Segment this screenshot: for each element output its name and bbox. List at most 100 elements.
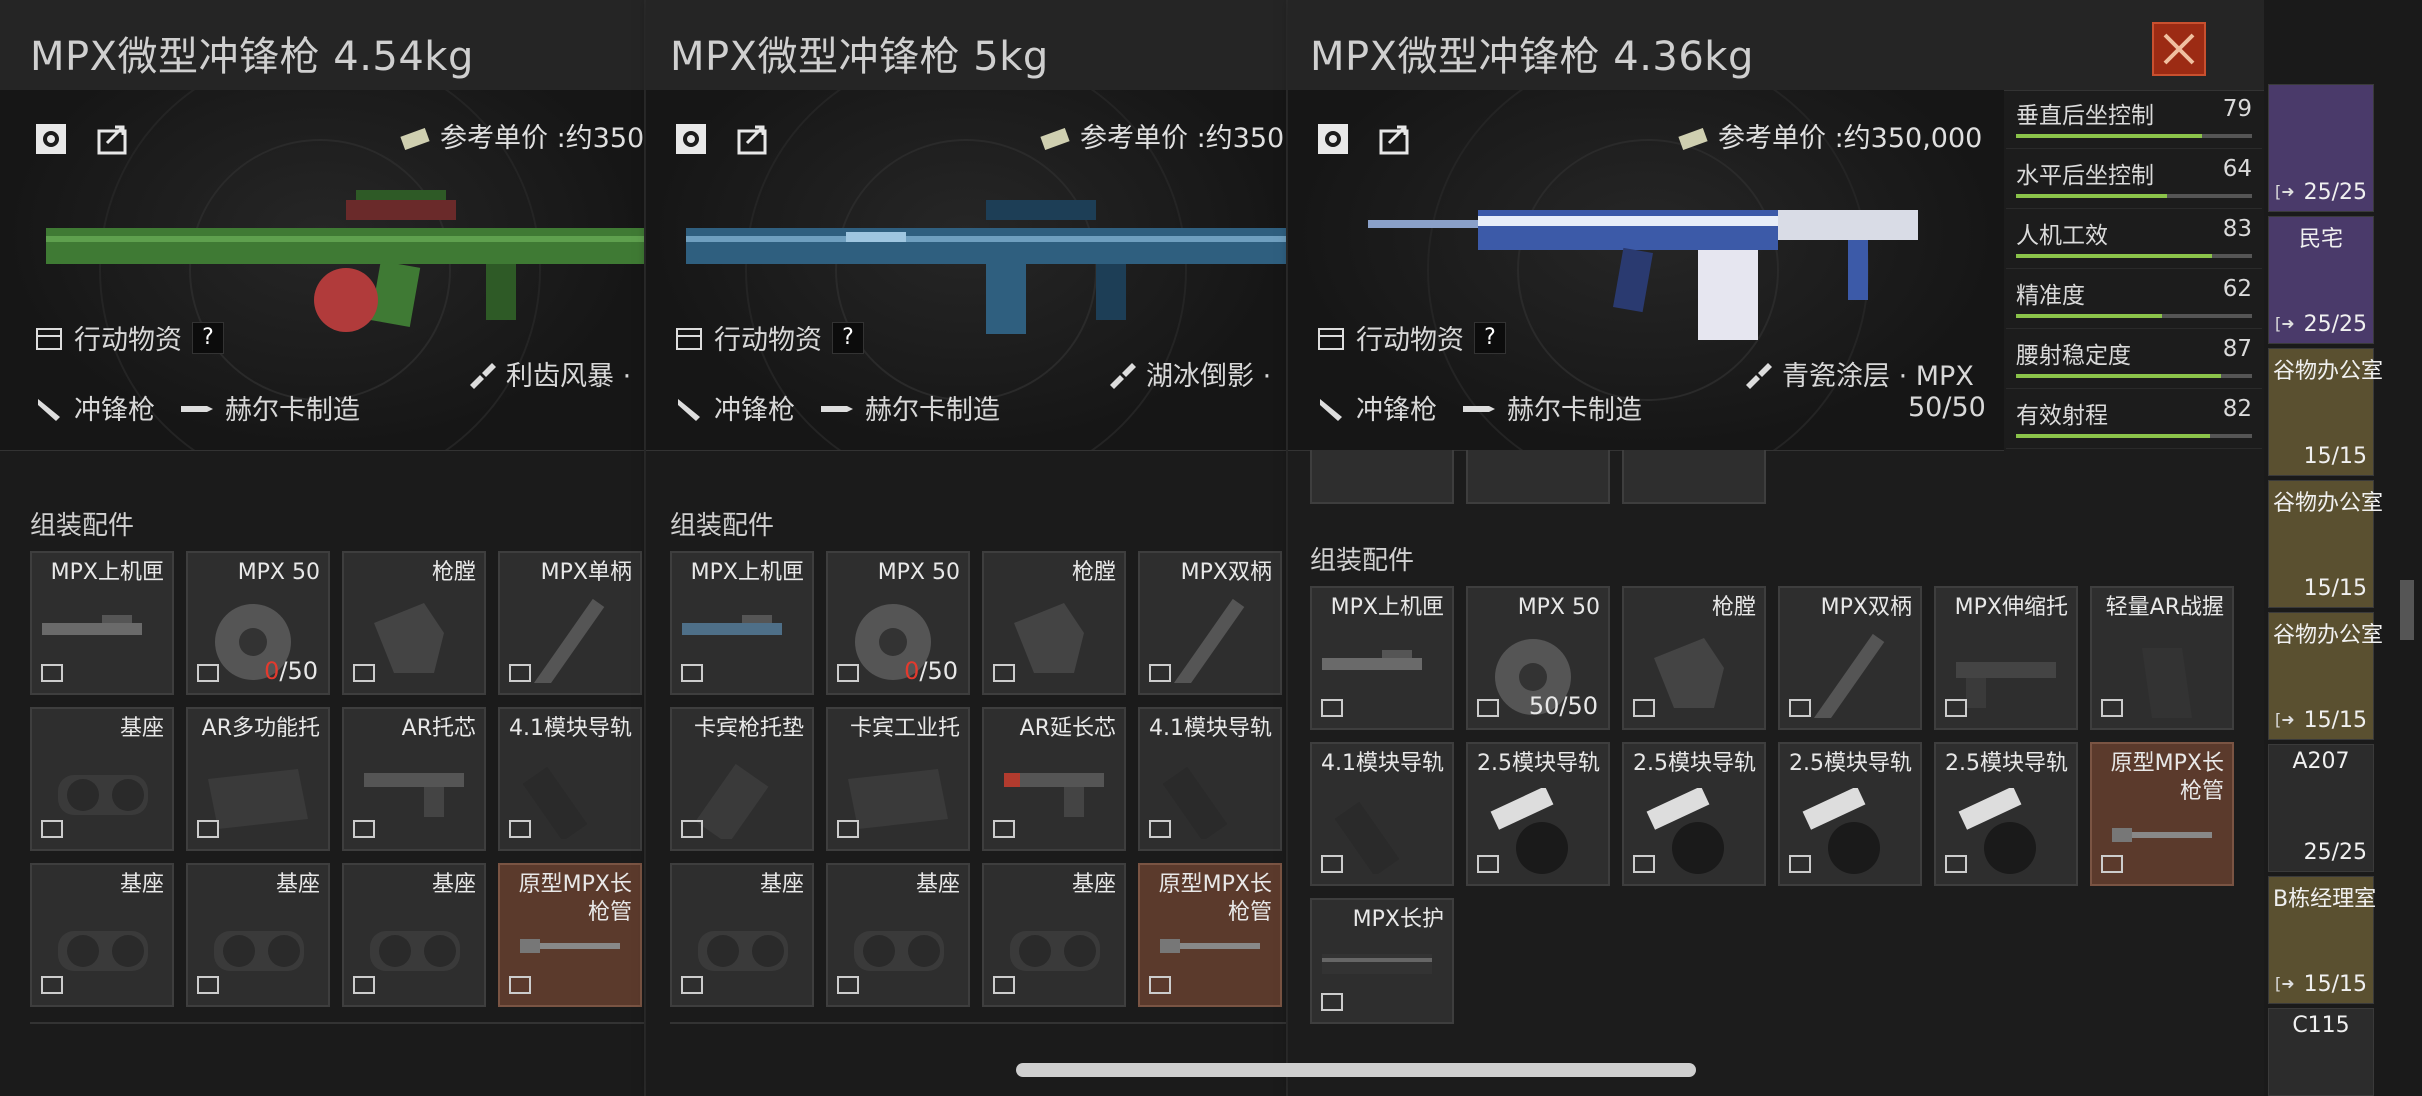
weapon-image bbox=[1368, 210, 1918, 340]
part-slot[interactable]: 枪膛 bbox=[1622, 586, 1766, 730]
part-slot[interactable]: 2.5模块导轨 bbox=[1466, 742, 1610, 886]
part-slot[interactable]: MPX长护 bbox=[1310, 898, 1454, 1024]
brush-icon bbox=[470, 362, 496, 389]
part-slot[interactable]: 4.1模块导轨 bbox=[1138, 707, 1282, 851]
skin-row: 利齿风暴 · bbox=[466, 354, 631, 393]
part-slot-partial[interactable] bbox=[1466, 450, 1610, 504]
money-icon bbox=[1040, 126, 1070, 151]
part-slot[interactable]: AR托芯 bbox=[342, 707, 486, 851]
key-item[interactable]: A207 25/25 bbox=[2268, 744, 2374, 872]
part-slot[interactable]: 原型MPX长枪管 bbox=[2090, 742, 2234, 886]
category-text: 行动物资 bbox=[1356, 325, 1464, 356]
part-slot[interactable]: MPX 50 50/50 bbox=[1466, 586, 1610, 730]
help-icon[interactable]: ? bbox=[832, 321, 864, 354]
skin-row: 湖冰倒影 · bbox=[1106, 354, 1271, 393]
part-slot-partial[interactable] bbox=[1310, 450, 1454, 504]
key-item[interactable]: B栋经理室 [➜ 15/15 bbox=[2268, 876, 2376, 1004]
part-slot[interactable]: 基座 bbox=[342, 863, 486, 1007]
customize-icon[interactable] bbox=[1312, 118, 1354, 160]
share-icon[interactable] bbox=[1374, 118, 1416, 160]
crate-icon bbox=[1321, 993, 1343, 1011]
part-slot[interactable]: MPX双柄 bbox=[1778, 586, 1922, 730]
crate-icon bbox=[1789, 855, 1811, 873]
category-row: 行动物资 ? bbox=[674, 318, 864, 357]
manufacturer-text: 赫尔卡制造 bbox=[865, 395, 1000, 426]
key-item[interactable]: 谷物办公室 [➜ 15/15 bbox=[2268, 612, 2383, 740]
manufacturer-text: 赫尔卡制造 bbox=[225, 395, 360, 426]
crate-icon bbox=[509, 976, 531, 994]
part-slot[interactable]: 卡宾枪托垫 bbox=[670, 707, 814, 851]
key-item[interactable]: 谷物办公室 15/15 bbox=[2268, 348, 2383, 476]
crate-icon bbox=[681, 820, 703, 838]
crate-icon bbox=[681, 976, 703, 994]
key-item[interactable]: 谷物办公室 15/15 bbox=[2268, 480, 2383, 608]
gun-type-icon bbox=[678, 398, 700, 421]
part-slot[interactable]: 2.5模块导轨 bbox=[1622, 742, 1766, 886]
part-slot[interactable]: 基座 bbox=[30, 707, 174, 851]
crate-icon bbox=[1789, 699, 1811, 717]
part-slot[interactable]: 原型MPX长枪管 bbox=[498, 863, 642, 1007]
key-item[interactable]: C115 bbox=[2268, 1008, 2374, 1096]
part-slot[interactable]: AR多功能托 bbox=[186, 707, 330, 851]
part-slot[interactable]: MPX 50 0/50 bbox=[186, 551, 330, 695]
key-item[interactable]: [➜ 25/25 bbox=[2268, 84, 2374, 212]
type-text: 冲锋枪 bbox=[1356, 395, 1437, 426]
category-row: 行动物资 ? bbox=[34, 318, 224, 357]
crate-icon bbox=[1321, 855, 1343, 873]
horizontal-scroll-indicator[interactable] bbox=[1016, 1063, 1696, 1077]
part-slot[interactable]: MPX上机匣 bbox=[1310, 586, 1454, 730]
part-slot[interactable]: 2.5模块导轨 bbox=[1934, 742, 2078, 886]
crate-icon bbox=[41, 664, 63, 682]
part-slot[interactable]: 枪膛 bbox=[342, 551, 486, 695]
crate-icon bbox=[1477, 699, 1499, 717]
customize-icon[interactable] bbox=[670, 118, 712, 160]
price-row: 参考单价 :约350 bbox=[400, 116, 644, 155]
help-icon[interactable]: ? bbox=[192, 321, 224, 354]
key-item[interactable]: 民宅 [➜ 25/25 bbox=[2268, 216, 2374, 344]
skin-text: 青瓷涂层 · MPX bbox=[1782, 361, 1974, 392]
part-slot[interactable]: 卡宾工业托 bbox=[826, 707, 970, 851]
weapon-image bbox=[686, 200, 1286, 334]
crate-icon bbox=[36, 327, 62, 350]
customize-icon[interactable] bbox=[30, 118, 72, 160]
share-icon[interactable] bbox=[732, 118, 774, 160]
part-slot[interactable]: MPX上机匣 bbox=[670, 551, 814, 695]
crate-icon bbox=[1149, 664, 1171, 682]
part-slot[interactable]: MPX上机匣 bbox=[30, 551, 174, 695]
money-icon bbox=[400, 126, 430, 151]
part-slot[interactable]: 4.1模块导轨 bbox=[1310, 742, 1454, 886]
part-slot[interactable]: AR延长芯 bbox=[982, 707, 1126, 851]
part-slot[interactable]: MPX双柄 bbox=[1138, 551, 1282, 695]
crate-icon bbox=[993, 664, 1015, 682]
part-slot[interactable]: 基座 bbox=[670, 863, 814, 1007]
crate-icon bbox=[1633, 855, 1655, 873]
part-slot[interactable]: 4.1模块导轨 bbox=[498, 707, 642, 851]
panel-titlebar: MPX微型冲锋枪 4.54kg bbox=[0, 0, 644, 91]
part-slot[interactable]: 基座 bbox=[982, 863, 1126, 1007]
help-icon[interactable]: ? bbox=[1474, 321, 1506, 354]
part-slot[interactable]: MPX单柄 bbox=[498, 551, 642, 695]
part-slot[interactable]: 2.5模块导轨 bbox=[1778, 742, 1922, 886]
weapon-title: MPX微型冲锋枪 4.36kg bbox=[1310, 34, 1754, 80]
scrollbar-thumb[interactable] bbox=[2400, 580, 2414, 640]
part-slot[interactable]: 基座 bbox=[826, 863, 970, 1007]
skin-text: 利齿风暴 · bbox=[506, 361, 632, 392]
parts-section-label: 组装配件 bbox=[30, 511, 135, 541]
share-icon[interactable] bbox=[92, 118, 134, 160]
part-slot[interactable]: MPX 50 0/50 bbox=[826, 551, 970, 695]
weapon-hero: 参考单价 :约350 行动物资 ? 湖冰倒影 · 冲锋枪 赫尔卡制造 bbox=[646, 90, 1286, 451]
part-slot[interactable]: 原型MPX长枪管 bbox=[1138, 863, 1282, 1007]
crate-icon bbox=[2101, 855, 2123, 873]
part-slot[interactable]: 基座 bbox=[30, 863, 174, 1007]
price-row: 参考单价 :约350,000 bbox=[1678, 116, 1982, 155]
part-slot[interactable]: 轻量AR战握 bbox=[2090, 586, 2234, 730]
part-slot-partial[interactable] bbox=[1622, 450, 1766, 504]
panel-titlebar: MPX微型冲锋枪 5kg bbox=[646, 0, 1286, 91]
close-button[interactable] bbox=[2152, 22, 2206, 76]
part-slot[interactable]: MPX伸缩托 bbox=[1934, 586, 2078, 730]
close-icon bbox=[2163, 33, 2195, 65]
part-slot[interactable]: 基座 bbox=[186, 863, 330, 1007]
crate-icon bbox=[837, 820, 859, 838]
parts-section-label: 组装配件 bbox=[1310, 546, 1415, 576]
part-slot[interactable]: 枪膛 bbox=[982, 551, 1126, 695]
